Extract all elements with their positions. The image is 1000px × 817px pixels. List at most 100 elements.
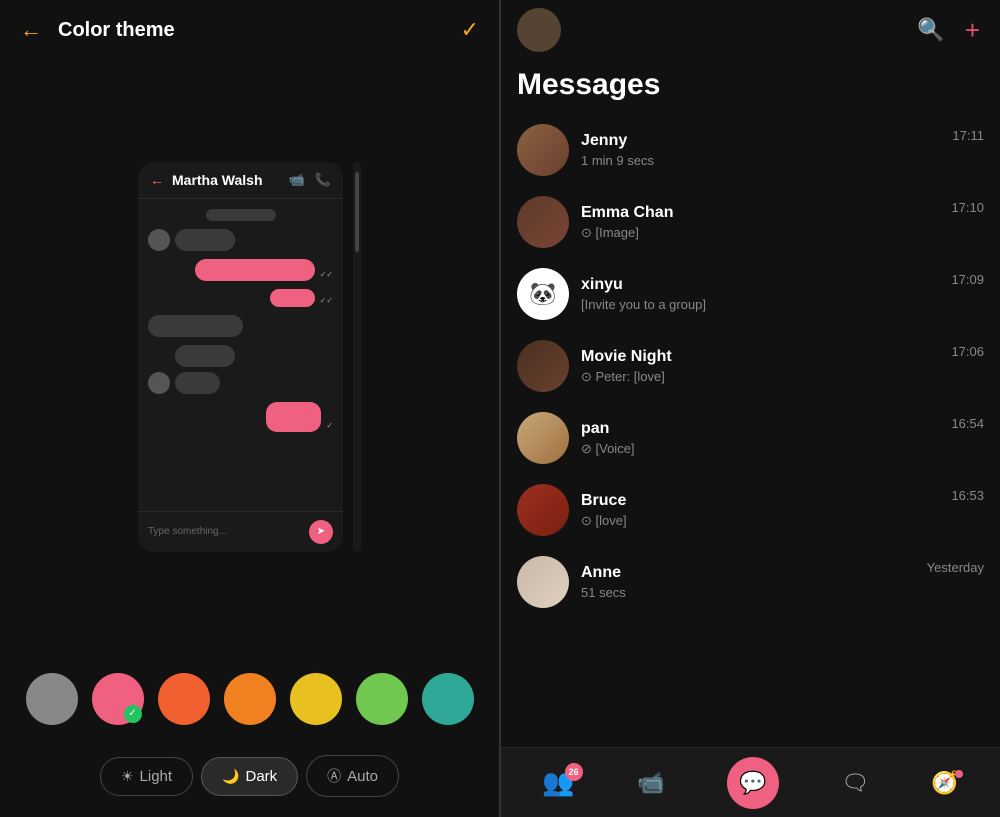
theme-label-dark: Dark xyxy=(246,768,278,785)
scrollbar-preview xyxy=(353,162,361,552)
preview-back-icon: ← xyxy=(150,172,164,188)
preview-bubble-5a xyxy=(175,345,235,367)
message-item-emma[interactable]: Emma Chan ⊙ [Image] 17:10 xyxy=(501,186,1000,258)
preview-contact-name: Martha Walsh xyxy=(172,172,281,188)
preview-bubble-3 xyxy=(270,289,315,307)
nav-item-video[interactable]: 📹 xyxy=(637,770,664,796)
msg-time-emma: 17:10 xyxy=(951,200,984,215)
theme-icon-light: ☀ xyxy=(121,768,134,785)
msg-time-jenny: 17:11 xyxy=(952,128,984,143)
add-button[interactable]: + xyxy=(961,11,984,50)
avatar-movie xyxy=(517,340,569,392)
msg-preview-jenny: 1 min 9 secs xyxy=(581,153,940,168)
msg-content-jenny: Jenny 1 min 9 secs xyxy=(581,132,940,168)
preview-avatar-1 xyxy=(148,229,170,251)
message-item-xinyu[interactable]: 🐼 xinyu [Invite you to a group] 17:09 xyxy=(501,258,1000,330)
scrollbar-thumb xyxy=(355,172,359,252)
preview-msg-row-1 xyxy=(148,229,333,251)
swatch-green[interactable] xyxy=(356,673,408,725)
preview-bubble-2 xyxy=(195,259,315,281)
preview-bubble-1 xyxy=(175,229,235,251)
message-item-pan[interactable]: pan ⊘ [Voice] 16:54 xyxy=(501,402,1000,474)
avatar-bruce xyxy=(517,484,569,536)
msg-time-xinyu: 17:09 xyxy=(951,272,984,287)
swatch-gray[interactable] xyxy=(26,673,78,725)
page-title: Color theme xyxy=(58,19,461,42)
left-panel: ← Color theme ✓ ← Martha Walsh 📹 📞 xyxy=(0,0,499,817)
msg-preview-bruce: ⊙ [love] xyxy=(581,513,939,529)
message-item-jenny[interactable]: Jenny 1 min 9 secs 17:11 xyxy=(501,114,1000,186)
swatch-pink[interactable] xyxy=(92,673,144,725)
message-item-anne[interactable]: Anne 51 secs Yesterday xyxy=(501,546,1000,618)
message-item-movie[interactable]: Movie Night ⊙ Peter: [love] 17:06 xyxy=(501,330,1000,402)
theme-selector: ☀Light 🌙 Dark Ⓐ Auto xyxy=(0,745,499,817)
msg-time-anne: Yesterday xyxy=(927,560,984,575)
msg-name-xinyu: xinyu xyxy=(581,276,939,294)
avatar-anne xyxy=(517,556,569,608)
messages-list[interactable]: Jenny 1 min 9 secs 17:11 Emma Chan ⊙ [Im… xyxy=(501,114,1000,747)
search-button[interactable]: 🔍 xyxy=(913,13,948,47)
msg-name-emma: Emma Chan xyxy=(581,204,939,222)
chat-preview-container: ← Martha Walsh 📹 📞 xyxy=(0,60,499,653)
avatar-xinyu: 🐼 xyxy=(517,268,569,320)
preview-status-6: ✓ xyxy=(326,421,333,430)
swatch-yellow[interactable] xyxy=(290,673,342,725)
preview-send-btn: ➤ xyxy=(309,520,333,544)
avatar-pan xyxy=(517,412,569,464)
preview-msg-row-5 xyxy=(148,345,333,394)
right-panel: 🔍 + Messages Jenny 1 min 9 secs 17:11 Em… xyxy=(501,0,1000,817)
msg-time-pan: 16:54 xyxy=(951,416,984,431)
swatch-amber[interactable] xyxy=(224,673,276,725)
theme-btn-light[interactable]: ☀Light xyxy=(100,757,193,796)
preview-msg-row-3: ✓✓ xyxy=(148,289,333,307)
preview-input: Type something... xyxy=(148,526,309,537)
check-icon[interactable]: ✓ xyxy=(461,17,479,43)
preview-msg-row-4 xyxy=(148,315,333,337)
theme-btn-auto[interactable]: Ⓐ Auto xyxy=(306,755,399,797)
right-header: 🔍 + xyxy=(501,0,1000,60)
preview-status-3: ✓✓ xyxy=(320,296,333,305)
theme-btn-dark[interactable]: 🌙 Dark xyxy=(201,757,298,796)
msg-name-jenny: Jenny xyxy=(581,132,940,150)
nav-item-chat[interactable]: 🗨 xyxy=(841,770,869,796)
msg-name-pan: pan xyxy=(581,420,939,438)
preview-bubble-6 xyxy=(266,402,321,432)
nav-item-compass[interactable]: 🧭 xyxy=(931,770,958,796)
messages-title-container: Messages xyxy=(501,60,1000,114)
msg-preview-anne: 51 secs xyxy=(581,585,915,600)
profile-avatar[interactable] xyxy=(517,8,561,52)
message-item-bruce[interactable]: Bruce ⊙ [love] 16:53 xyxy=(501,474,1000,546)
avatar-jenny xyxy=(517,124,569,176)
preview-status-2: ✓✓ xyxy=(320,270,333,279)
nav-item-contacts[interactable]: 👥 26 xyxy=(542,767,574,798)
chat-preview: ← Martha Walsh 📹 📞 xyxy=(138,162,343,552)
messages-active-btn[interactable]: 💬 xyxy=(727,757,779,809)
bottom-nav: 👥 26 📹 💬 🗨 🧭 xyxy=(501,747,1000,817)
preview-video-icon: 📹 xyxy=(289,172,305,188)
msg-content-xinyu: xinyu [Invite you to a group] xyxy=(581,276,939,312)
messages-active-icon: 💬 xyxy=(739,770,766,796)
theme-icon-dark: 🌙 xyxy=(222,768,239,785)
msg-name-anne: Anne xyxy=(581,564,915,582)
theme-icon-auto: Ⓐ xyxy=(327,766,341,786)
preview-msg-row-2: ✓✓ xyxy=(148,259,333,281)
theme-label-auto: Auto xyxy=(347,768,378,785)
messages-heading: Messages xyxy=(517,68,984,102)
msg-content-anne: Anne 51 secs xyxy=(581,564,915,600)
msg-content-emma: Emma Chan ⊙ [Image] xyxy=(581,204,939,241)
color-swatches xyxy=(0,653,499,745)
preview-bubble-5b xyxy=(175,372,220,394)
msg-name-bruce: Bruce xyxy=(581,492,939,510)
preview-avatar-5 xyxy=(148,372,170,394)
preview-date-bar xyxy=(148,209,333,221)
swatch-orange[interactable] xyxy=(158,673,210,725)
swatch-teal[interactable] xyxy=(422,673,474,725)
preview-bubble-4 xyxy=(148,315,243,337)
left-header: ← Color theme ✓ xyxy=(0,0,499,60)
chat-preview-header: ← Martha Walsh 📹 📞 xyxy=(138,162,343,199)
nav-item-messages[interactable]: 💬 xyxy=(727,757,779,809)
avatar-emma xyxy=(517,196,569,248)
back-icon[interactable]: ← xyxy=(20,17,42,43)
msg-time-bruce: 16:53 xyxy=(951,488,984,503)
msg-content-movie: Movie Night ⊙ Peter: [love] xyxy=(581,348,939,385)
